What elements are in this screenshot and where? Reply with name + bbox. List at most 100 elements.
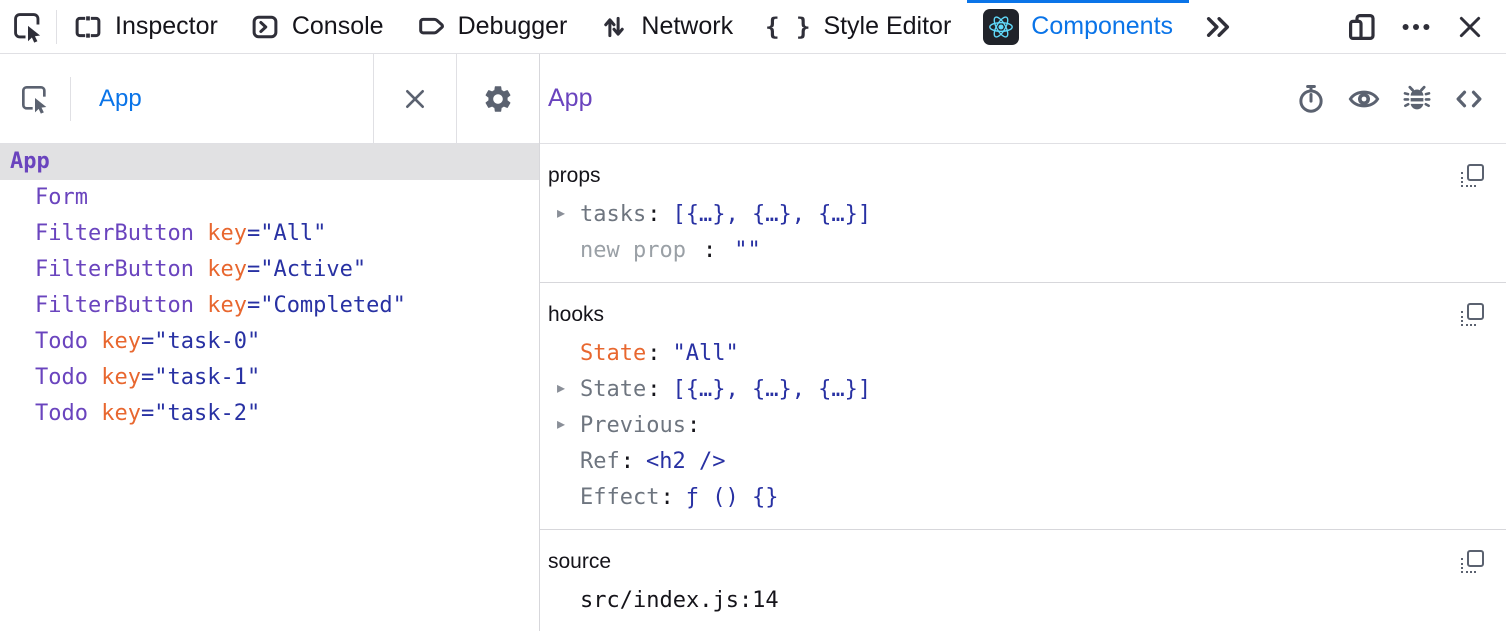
close-devtools-button[interactable] <box>1448 5 1492 49</box>
key-attribute-name: key <box>101 401 141 426</box>
section-title: props <box>548 164 601 188</box>
tab-label: Inspector <box>115 12 218 41</box>
component-name: App <box>10 149 50 174</box>
source-path: src/index.js:14 <box>580 588 779 613</box>
copy-icon[interactable] <box>1460 550 1484 574</box>
component-name: Todo <box>35 365 88 390</box>
tab-label: Network <box>641 12 733 41</box>
chevron-double-right-icon <box>1203 12 1233 42</box>
tab-overflow-button[interactable] <box>1189 0 1247 53</box>
key-attribute-value: ="Completed" <box>247 293 406 318</box>
section-source: source src/index.js:14 <box>540 530 1506 631</box>
key-attribute-value: ="task-2" <box>141 401 260 426</box>
new-prop-name-input[interactable]: new prop <box>580 238 702 263</box>
source-row[interactable]: src/index.js:14 <box>540 582 1506 618</box>
kv-row[interactable]: State:"All" <box>540 335 1506 371</box>
debugger-icon <box>416 12 446 42</box>
expand-arrow-icon[interactable]: ▸ <box>557 371 565 407</box>
settings-button[interactable] <box>456 54 539 143</box>
colon: : <box>647 377 660 402</box>
new-prop-value-input[interactable]: "" <box>734 238 761 263</box>
tab-console[interactable]: Console <box>234 0 400 53</box>
inspector-icon <box>73 12 103 42</box>
key-attribute-value: ="task-1" <box>141 365 260 390</box>
component-name: FilterButton <box>35 221 194 246</box>
space <box>194 293 207 318</box>
row-value: "All" <box>672 341 738 366</box>
copy-icon[interactable] <box>1460 303 1484 327</box>
responsive-design-icon <box>1346 11 1378 43</box>
code-icon <box>1454 84 1484 114</box>
key-attribute-name: key <box>207 221 247 246</box>
tool-tabs: Inspector Console Debugger <box>57 0 1189 53</box>
section-header: hooks <box>540 295 1506 335</box>
row-value: [{…}, {…}, {…}] <box>672 202 871 227</box>
section-props: props ▸tasks:[{…}, {…}, {…}]new prop:"" <box>540 144 1506 283</box>
component-tree: AppFormFilterButton key="All"FilterButto… <box>0 144 539 432</box>
row-name: State <box>580 341 646 366</box>
tree-item[interactable]: Todo key="task-2" <box>0 396 539 432</box>
tree-item[interactable]: Todo key="task-0" <box>0 324 539 360</box>
section-header: source <box>540 542 1506 582</box>
tree-item[interactable]: FilterButton key="All" <box>0 216 539 252</box>
tree-item[interactable]: Todo key="task-1" <box>0 360 539 396</box>
key-attribute-name: key <box>207 257 247 282</box>
section-hooks: hooksState:"All"▸State:[{…}, {…}, {…}]▸P… <box>540 283 1506 530</box>
tree-item[interactable]: FilterButton key="Active" <box>0 252 539 288</box>
key-attribute-value: ="All" <box>247 221 326 246</box>
tab-label: Debugger <box>458 12 568 41</box>
tree-item[interactable]: App <box>0 144 539 180</box>
kv-row[interactable]: Ref:<h2 /> <box>540 443 1506 479</box>
expand-arrow-icon[interactable]: ▸ <box>557 196 565 232</box>
tab-network[interactable]: Network <box>583 0 749 53</box>
meatball-menu-icon <box>1400 11 1432 43</box>
kv-row[interactable]: ▸tasks:[{…}, {…}, {…}] <box>540 196 1506 232</box>
clear-search-button[interactable] <box>373 54 456 143</box>
key-attribute-name: key <box>101 365 141 390</box>
key-attribute-name: key <box>101 329 141 354</box>
pick-element-icon <box>12 11 44 43</box>
colon: : <box>621 449 634 474</box>
devtools-toolbar: Inspector Console Debugger <box>0 0 1506 54</box>
inspected-element-pane: App <box>540 54 1506 631</box>
inspected-element-toolbar: App <box>540 54 1506 144</box>
react-icon <box>983 9 1019 45</box>
tab-inspector[interactable]: Inspector <box>57 0 234 53</box>
tab-label: Style Editor <box>823 12 951 41</box>
space <box>88 365 101 390</box>
copy-icon-front <box>1467 164 1484 181</box>
log-component-button[interactable] <box>1402 84 1432 114</box>
row-value: <h2 /> <box>646 449 725 474</box>
tab-debugger[interactable]: Debugger <box>400 0 584 53</box>
devtools-menu-button[interactable] <box>1394 5 1438 49</box>
tab-components[interactable]: Components <box>967 0 1189 53</box>
inspect-dom-button[interactable] <box>1348 83 1380 115</box>
tree-item[interactable]: Form <box>0 180 539 216</box>
kv-row[interactable]: ▸Previous: <box>540 407 1506 443</box>
selected-component-title: App <box>548 84 592 113</box>
inspected-sections: props▸tasks:[{…}, {…}, {…}]new prop:""ho… <box>540 144 1506 631</box>
search-input[interactable]: App <box>71 54 373 143</box>
responsive-design-button[interactable] <box>1340 5 1384 49</box>
component-name: Todo <box>35 401 88 426</box>
kv-row[interactable]: Effect:ƒ () {} <box>540 479 1506 515</box>
space <box>194 257 207 282</box>
network-icon <box>599 12 629 42</box>
component-name: Todo <box>35 329 88 354</box>
key-attribute-value: ="task-0" <box>141 329 260 354</box>
eye-icon <box>1348 83 1380 115</box>
space <box>88 401 101 426</box>
component-name: FilterButton <box>35 257 194 282</box>
tree-item[interactable]: FilterButton key="Completed" <box>0 288 539 324</box>
view-source-button[interactable] <box>1454 84 1484 114</box>
tab-style-editor[interactable]: { } Style Editor <box>749 0 967 53</box>
suspend-component-button[interactable] <box>1296 84 1326 114</box>
pick-element-button[interactable] <box>0 0 56 53</box>
new-prop-row[interactable]: new prop:"" <box>540 232 1506 268</box>
row-name: Effect <box>580 485 659 510</box>
pick-component-button[interactable] <box>0 54 70 143</box>
copy-icon[interactable] <box>1460 164 1484 188</box>
expand-arrow-icon[interactable]: ▸ <box>557 407 565 443</box>
space <box>194 221 207 246</box>
kv-row[interactable]: ▸State:[{…}, {…}, {…}] <box>540 371 1506 407</box>
